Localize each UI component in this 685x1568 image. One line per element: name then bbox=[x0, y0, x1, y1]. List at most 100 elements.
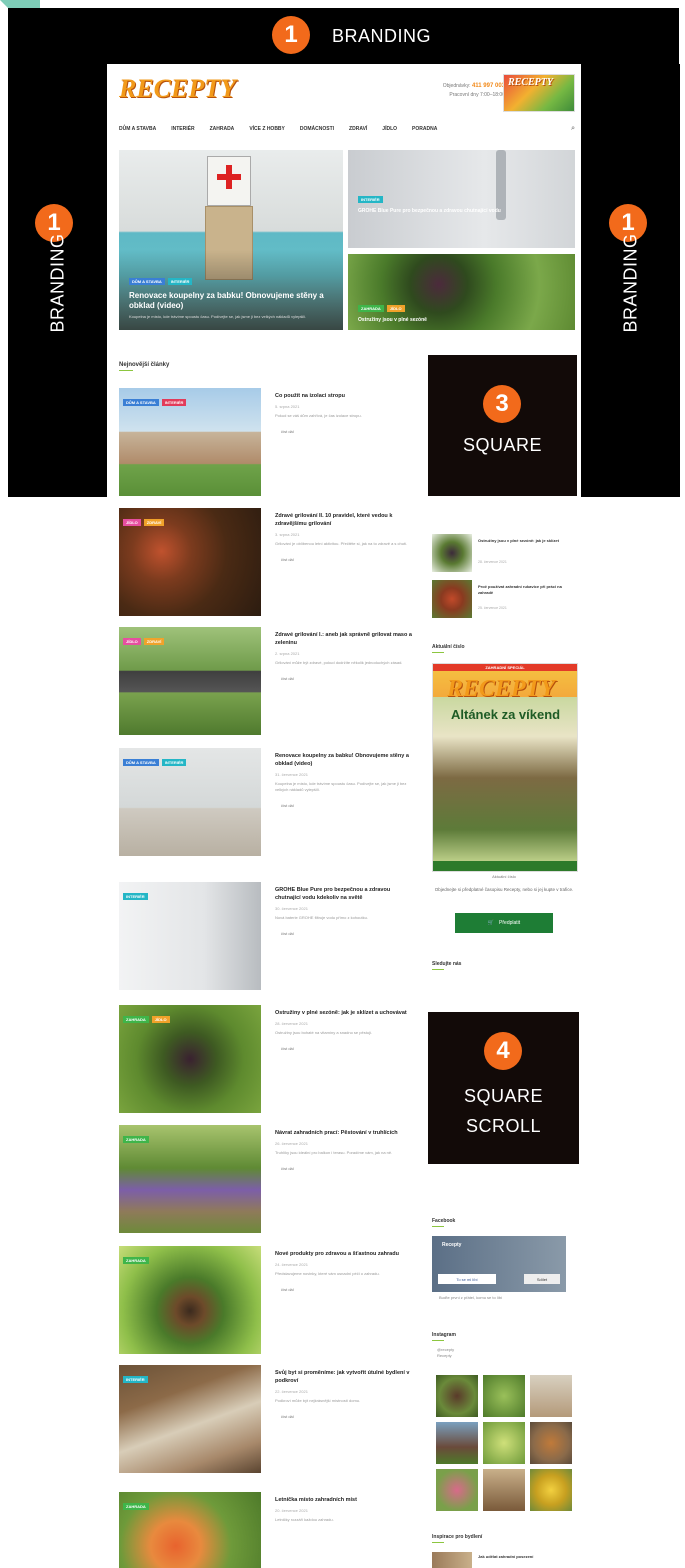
read-more-link[interactable]: číst dál bbox=[281, 931, 415, 936]
nav-item[interactable]: VÍCE Z HOBBY bbox=[249, 126, 285, 132]
category-tag[interactable]: INTERIÉR bbox=[358, 196, 383, 203]
article-card[interactable]: JÍDLO ZDRAVÍ Zdravé grilování II. 10 prav… bbox=[119, 508, 419, 618]
sidebar-article[interactable]: Jak udělat zahradní posezení bbox=[432, 1552, 581, 1568]
hero-side-title[interactable]: Ostružiny jsou v plné sezóně bbox=[358, 317, 558, 324]
article-card[interactable]: INTERIÉR GROHE Blue Pure pro bezpečnou a… bbox=[119, 882, 419, 992]
category-tag[interactable]: INTERIÉR bbox=[161, 399, 187, 406]
facebook-widget[interactable]: Recepty To se mi líbí Sdílet bbox=[432, 1236, 566, 1292]
magazine-cover[interactable]: ZAHRADNÍ SPECIÁL RECEPTY Altánek za víke… bbox=[432, 663, 578, 872]
sidebar-thumbnail[interactable] bbox=[432, 534, 472, 572]
facebook-share-button[interactable]: Sdílet bbox=[524, 1274, 560, 1284]
article-thumbnail[interactable]: INTERIÉR bbox=[119, 882, 261, 990]
category-tag[interactable]: ZAHRADA bbox=[123, 1016, 149, 1023]
hero-title[interactable]: Renovace koupelny za babku! Obnovujeme s… bbox=[129, 291, 329, 311]
instagram-photo[interactable] bbox=[436, 1422, 478, 1464]
article-title[interactable]: GROHE Blue Pure pro bezpečnou a zdravou … bbox=[275, 886, 415, 902]
category-tag[interactable]: ZAHRADA bbox=[358, 305, 384, 312]
read-more-link[interactable]: číst dál bbox=[281, 557, 415, 562]
hero-side-title[interactable]: GROHE Blue Pure pro bezpečnou a zdravou … bbox=[358, 208, 558, 215]
header-magazine-cover[interactable]: RECEPTY bbox=[503, 74, 575, 112]
order-button[interactable]: 🛒 Předplatit bbox=[455, 913, 553, 933]
search-icon[interactable]: ⌕ bbox=[571, 125, 575, 133]
instagram-photo[interactable] bbox=[530, 1375, 572, 1417]
article-title[interactable]: Nové produkty pro zdravou a šťastnou zah… bbox=[275, 1250, 415, 1258]
article-card[interactable]: DŮM A STAVBA INTERIÉR Co použít na izolac… bbox=[119, 388, 419, 498]
hero-side-article-top[interactable]: INTERIÉR GROHE Blue Pure pro bezpečnou a… bbox=[348, 150, 575, 248]
article-title[interactable]: Svůj byt si proměníme: jak vytvořit útul… bbox=[275, 1369, 415, 1385]
article-thumbnail[interactable]: JÍDLO ZDRAVÍ bbox=[119, 627, 261, 735]
article-card[interactable]: JÍDLO ZDRAVÍ Zdravé grilování I.: aneb ja… bbox=[119, 627, 419, 737]
sidebar-article-title[interactable]: Ostružiny jsou v plné sezóně: jak je skl… bbox=[478, 538, 574, 544]
category-tag[interactable]: JÍDLO bbox=[123, 638, 141, 645]
site-logo[interactable]: RECEPTY bbox=[119, 74, 236, 108]
facebook-like-button[interactable]: To se mi líbí bbox=[438, 1274, 496, 1284]
article-card[interactable]: ZAHRADA Nové produkty pro zdravou a šťas… bbox=[119, 1246, 419, 1356]
article-thumbnail[interactable]: INTERIÉR bbox=[119, 1365, 261, 1473]
article-thumbnail[interactable]: ZAHRADA bbox=[119, 1492, 261, 1568]
category-tag[interactable]: INTERIÉR bbox=[161, 759, 187, 766]
instagram-photo[interactable] bbox=[530, 1422, 572, 1464]
read-more-link[interactable]: číst dál bbox=[281, 803, 415, 808]
article-card[interactable]: ZAHRADA JÍDLO Ostružiny v plné sezóně: ja… bbox=[119, 1005, 419, 1115]
sidebar-article-title[interactable]: Jak udělat zahradní posezení bbox=[478, 1554, 533, 1559]
category-tag[interactable]: JÍDLO bbox=[123, 519, 141, 526]
nav-item[interactable]: JÍDLO bbox=[382, 126, 397, 132]
category-tag[interactable]: ZAHRADA bbox=[123, 1136, 149, 1143]
article-title[interactable]: Renovace koupelny za babku! Obnovujeme s… bbox=[275, 752, 415, 768]
nav-item[interactable]: ZAHRADA bbox=[210, 126, 235, 132]
instagram-profile[interactable]: @recepty Recepty bbox=[437, 1347, 454, 1359]
instagram-photo[interactable] bbox=[483, 1469, 525, 1511]
category-tag[interactable]: DŮM A STAVBA bbox=[129, 278, 165, 285]
nav-item[interactable]: INTERIÉR bbox=[171, 126, 194, 132]
hero-side-article-bottom[interactable]: ZAHRADA JÍDLO Ostružiny jsou v plné sezón… bbox=[348, 254, 575, 330]
facebook-page-name[interactable]: Recepty bbox=[442, 1242, 461, 1248]
read-more-link[interactable]: číst dál bbox=[281, 676, 415, 681]
article-card[interactable]: INTERIÉR Svůj byt si proměníme: jak vytv… bbox=[119, 1365, 419, 1475]
category-tag[interactable]: DŮM A STAVBA bbox=[123, 759, 159, 766]
article-card[interactable]: ZAHRADA Návrat zahradních prací: Pěstová… bbox=[119, 1125, 419, 1235]
category-tag[interactable]: ZDRAVÍ bbox=[143, 638, 165, 645]
nav-item[interactable]: DŮM A STAVBA bbox=[119, 126, 156, 132]
article-thumbnail[interactable]: DŮM A STAVBA INTERIÉR bbox=[119, 388, 261, 496]
sidebar-article[interactable]: Proč používat zahradní rukavice při prác… bbox=[432, 580, 581, 620]
category-tag[interactable]: ZAHRADA bbox=[123, 1257, 149, 1264]
article-thumbnail[interactable]: JÍDLO ZDRAVÍ bbox=[119, 508, 261, 616]
instagram-photo[interactable] bbox=[436, 1469, 478, 1511]
nav-item[interactable]: DOMÁCNOSTI bbox=[300, 126, 334, 132]
article-thumbnail[interactable]: ZAHRADA bbox=[119, 1246, 261, 1354]
category-tag[interactable]: INTERIÉR bbox=[123, 1376, 148, 1383]
sidebar-thumbnail[interactable] bbox=[432, 1552, 472, 1568]
read-more-link[interactable]: číst dál bbox=[281, 1166, 415, 1171]
article-title[interactable]: Zdravé grilování I.: aneb jak správně gr… bbox=[275, 631, 415, 647]
article-title[interactable]: Ostružiny v plné sezóně: jak je sklízet … bbox=[275, 1009, 415, 1017]
read-more-link[interactable]: číst dál bbox=[281, 1287, 415, 1292]
article-card[interactable]: DŮM A STAVBA INTERIÉR Renovace koupelny z… bbox=[119, 748, 419, 858]
article-title[interactable]: Návrat zahradních prací: Pěstování v tru… bbox=[275, 1129, 415, 1137]
read-more-link[interactable]: číst dál bbox=[281, 1046, 415, 1051]
article-card[interactable]: ZAHRADA Letnička místo zahradních míst 2… bbox=[119, 1492, 419, 1568]
category-tag[interactable]: INTERIÉR bbox=[123, 893, 148, 900]
article-title[interactable]: Co použít na izolaci stropu bbox=[275, 392, 415, 400]
article-title[interactable]: Zdravé grilování II. 10 pravidel, které … bbox=[275, 512, 415, 528]
article-thumbnail[interactable]: DŮM A STAVBA INTERIÉR bbox=[119, 748, 261, 856]
category-tag[interactable]: ZDRAVÍ bbox=[143, 519, 165, 526]
nav-item[interactable]: PORADNA bbox=[412, 126, 437, 132]
hero-main-article[interactable]: DŮM A STAVBA INTERIÉR Renovace koupelny z… bbox=[119, 150, 343, 330]
nav-item[interactable]: ZDRAVÍ bbox=[349, 126, 367, 132]
category-tag[interactable]: DŮM A STAVBA bbox=[123, 399, 159, 406]
read-more-link[interactable]: číst dál bbox=[281, 1414, 415, 1419]
article-thumbnail[interactable]: ZAHRADA JÍDLO bbox=[119, 1005, 261, 1113]
category-tag[interactable]: INTERIÉR bbox=[167, 278, 193, 285]
category-tag[interactable]: JÍDLO bbox=[151, 1016, 170, 1023]
instagram-photo[interactable] bbox=[483, 1375, 525, 1417]
read-more-link[interactable]: číst dál bbox=[281, 429, 415, 434]
article-thumbnail[interactable]: ZAHRADA bbox=[119, 1125, 261, 1233]
article-title[interactable]: Letnička místo zahradních míst bbox=[275, 1496, 415, 1504]
instagram-photo[interactable] bbox=[530, 1469, 572, 1511]
sidebar-article-title[interactable]: Proč používat zahradní rukavice při prác… bbox=[478, 584, 574, 596]
contact-phone[interactable]: 411 997 003 bbox=[472, 83, 505, 89]
category-tag[interactable]: JÍDLO bbox=[386, 305, 405, 312]
sidebar-article[interactable]: Ostružiny jsou v plné sezóně: jak je skl… bbox=[432, 534, 581, 574]
instagram-photo[interactable] bbox=[483, 1422, 525, 1464]
instagram-photo[interactable] bbox=[436, 1375, 478, 1417]
